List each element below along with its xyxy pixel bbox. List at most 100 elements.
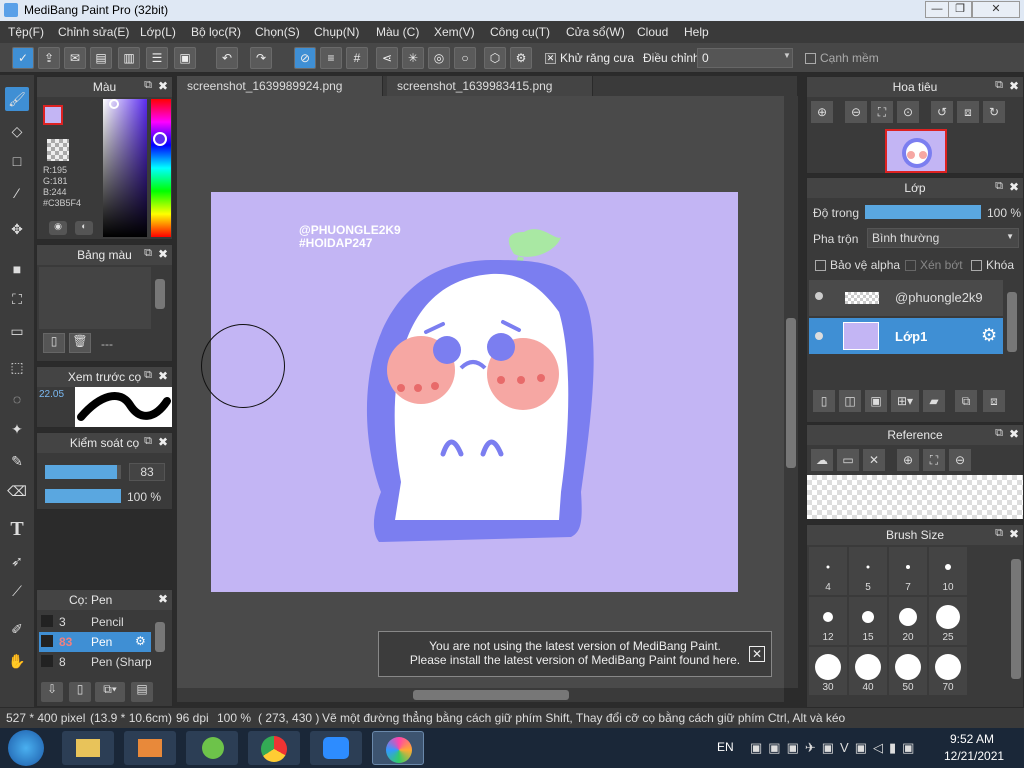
brush-size-cell[interactable]: 20 xyxy=(889,597,927,645)
select-pen-tool-icon[interactable]: ✎ xyxy=(5,449,29,473)
lasso-tool-icon[interactable]: ◌ xyxy=(5,387,29,411)
language-indicator[interactable]: EN xyxy=(717,740,734,754)
brush-item[interactable]: 8 Pen (Sharp) xyxy=(39,652,151,672)
horizontal-scrollbar[interactable] xyxy=(177,688,784,702)
hand-tool-icon[interactable]: ✋ xyxy=(5,649,29,673)
zoom-icon[interactable]: ⊙ xyxy=(897,101,919,123)
new-8bit-layer-icon[interactable]: ▣ xyxy=(865,390,887,412)
palette-swatch-area[interactable] xyxy=(39,267,151,329)
color-picker-handle[interactable] xyxy=(109,99,119,109)
layers-icon[interactable]: ☰ xyxy=(146,47,168,69)
cloud-download-icon[interactable]: ⇩ xyxy=(41,682,63,702)
zoom-app-icon[interactable] xyxy=(310,731,362,765)
saturation-field[interactable] xyxy=(103,99,147,237)
brush-settings-icon[interactable]: ▤ xyxy=(131,682,153,702)
popout-icon[interactable]: ⧉ xyxy=(995,180,1003,193)
size-value[interactable]: 83 xyxy=(129,463,165,481)
settings-icon[interactable]: ⚙ xyxy=(510,47,532,69)
menu-tools[interactable]: Công cụ(T) xyxy=(490,25,550,39)
close-icon[interactable]: ✖ xyxy=(158,79,168,93)
close-icon[interactable]: ✖ xyxy=(1009,527,1019,541)
perspective-snap-icon[interactable]: ⋖ xyxy=(376,47,398,69)
open-folder-icon[interactable]: ▭ xyxy=(837,449,859,471)
export-icon[interactable]: ▣ xyxy=(174,47,196,69)
popout-icon[interactable]: ⧉ xyxy=(144,369,152,382)
app-icon-green[interactable] xyxy=(186,731,238,765)
undo-icon[interactable]: ↶ xyxy=(216,47,238,69)
brush-list-scrollbar[interactable] xyxy=(153,612,167,674)
close-icon[interactable]: ✖ xyxy=(158,247,168,261)
menu-window[interactable]: Cửa sổ(W) xyxy=(566,25,625,39)
eraser-tool-icon[interactable]: ◇ xyxy=(5,119,29,143)
dot-tool-icon[interactable]: ⁄ xyxy=(5,181,29,205)
menu-cloud[interactable]: Cloud xyxy=(637,25,668,39)
magic-wand-tool-icon[interactable]: ✦ xyxy=(5,417,29,441)
media-player-icon[interactable] xyxy=(124,731,176,765)
bucket-tool-icon[interactable]: ⛶ xyxy=(5,287,29,311)
layer-scrollbar[interactable] xyxy=(1005,280,1019,386)
rotate-left-icon[interactable]: ↺ xyxy=(931,101,953,123)
layer-opacity-slider[interactable] xyxy=(865,205,981,219)
grid-snap-icon[interactable]: # xyxy=(346,47,368,69)
lock-checkbox[interactable] xyxy=(971,260,982,272)
menu-edit[interactable]: Chỉnh sửa(E) xyxy=(58,25,129,39)
new-palette-icon[interactable]: ▯ xyxy=(43,333,65,353)
brush-size-scrollbar[interactable] xyxy=(1009,545,1023,707)
close-icon[interactable]: ✖ xyxy=(1009,180,1019,194)
fit-icon[interactable]: ⛶ xyxy=(923,449,945,471)
update-notification[interactable]: You are not using the latest version of … xyxy=(378,631,772,677)
fill-rect-tool-icon[interactable]: ■ xyxy=(5,257,29,281)
fit-icon[interactable]: ⛶ xyxy=(871,101,893,123)
maximize-button[interactable]: ❐ xyxy=(948,1,972,18)
eyedropper-icon[interactable]: ◐ xyxy=(75,221,93,235)
zoom-in-icon[interactable]: ⊕ xyxy=(811,101,833,123)
eyedropper-tool-icon[interactable]: ✐ xyxy=(5,617,29,641)
brush-size-cell[interactable]: 25 xyxy=(929,597,967,645)
folder-icon[interactable]: ▰ xyxy=(923,390,945,412)
palette-scrollbar[interactable] xyxy=(153,267,167,329)
menu-view[interactable]: Xem(V) xyxy=(434,25,475,39)
reset-view-icon[interactable]: ⧈ xyxy=(957,101,979,123)
add-layer-menu-icon[interactable]: ⊞▾ xyxy=(891,390,919,412)
close-button[interactable]: ✕ xyxy=(972,1,1020,18)
comment-icon[interactable]: ✉ xyxy=(64,47,86,69)
circle-snap-icon[interactable]: ◎ xyxy=(428,47,450,69)
brush-size-cell[interactable]: 70 xyxy=(929,647,967,695)
popout-icon[interactable]: ⧉ xyxy=(995,527,1003,540)
color-wheel-icon[interactable]: ◉ xyxy=(49,221,67,235)
alpha-protect-checkbox[interactable] xyxy=(815,260,826,272)
snap-off-icon[interactable]: ⊘ xyxy=(294,47,316,69)
start-button-icon[interactable] xyxy=(8,730,44,766)
drawing-canvas[interactable]: @PHUONGLE2K9 #HOIDAP247 xyxy=(211,192,738,592)
menu-color[interactable]: Màu (C) xyxy=(376,25,419,39)
blend-mode-select[interactable]: Bình thường ▼ xyxy=(867,228,1019,248)
popout-icon[interactable]: ⧉ xyxy=(144,247,152,260)
transparent-swatch[interactable] xyxy=(47,139,69,161)
page-icon[interactable]: ▥ xyxy=(118,47,140,69)
eye-icon[interactable] xyxy=(815,332,823,340)
brush-item[interactable]: 3 Pencil xyxy=(39,612,151,632)
layer-row[interactable]: @phuongle2k9 xyxy=(809,280,1003,316)
close-icon[interactable]: ✖ xyxy=(1009,427,1019,441)
gear-icon[interactable]: ⚙ xyxy=(135,634,146,648)
redo-icon[interactable]: ↷ xyxy=(250,47,272,69)
brush-size-cell[interactable]: 5 xyxy=(849,547,887,595)
duplicate-layer-icon[interactable]: ⧉ xyxy=(955,390,977,412)
brush-size-cell[interactable]: 50 xyxy=(889,647,927,695)
popout-icon[interactable]: ⧉ xyxy=(144,79,152,92)
menu-help[interactable]: Help xyxy=(684,25,709,39)
brush-size-cell[interactable]: 4 xyxy=(809,547,847,595)
zoom-out-icon[interactable]: ⊖ xyxy=(949,449,971,471)
rectangle-tool-icon[interactable]: □ xyxy=(5,149,29,173)
brush-size-cell[interactable]: 7 xyxy=(889,547,927,595)
add-brush-icon[interactable]: ⧉▾ xyxy=(95,682,125,702)
menu-filter[interactable]: Bộ lọc(R) xyxy=(191,25,241,39)
select-eraser-tool-icon[interactable]: ⌫ xyxy=(5,479,29,503)
eye-icon[interactable] xyxy=(815,292,823,300)
close-reference-icon[interactable]: ✕ xyxy=(863,449,885,471)
shape-icon[interactable]: ⬡ xyxy=(484,47,506,69)
hue-handle[interactable] xyxy=(153,132,167,146)
size-slider[interactable] xyxy=(45,465,121,479)
clock-date[interactable]: 12/21/2021 xyxy=(944,749,1004,763)
tab-document-2[interactable]: screenshot_1639983415.png xyxy=(387,76,593,96)
